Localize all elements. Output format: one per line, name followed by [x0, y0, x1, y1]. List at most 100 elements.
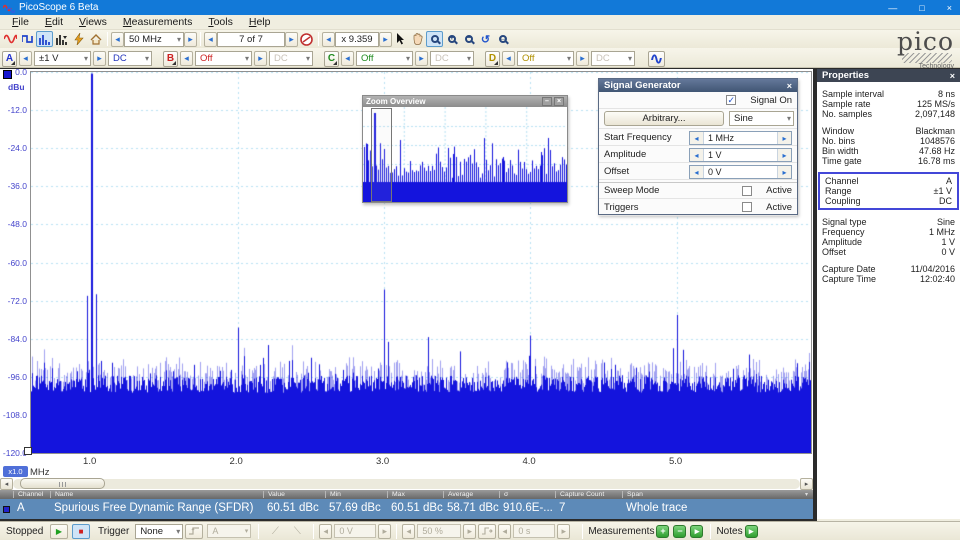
probe-setup-icon[interactable]	[70, 31, 87, 47]
scope-view-icon[interactable]	[2, 31, 19, 47]
spectrum-view-icon[interactable]	[36, 31, 53, 47]
falling-edge-icon[interactable]: ⟍	[288, 524, 306, 539]
zoom-in-tool-icon[interactable]: +	[443, 31, 460, 47]
sort-arrow-icon[interactable]: ▾	[805, 491, 808, 498]
channel-c-coupling-select[interactable]: DC▾	[430, 51, 474, 66]
channel-b-coupling-select[interactable]: DC▾	[269, 51, 313, 66]
wave-type-select[interactable]: Sine▾	[729, 111, 794, 126]
scroll-left-button[interactable]: ◂	[0, 478, 13, 490]
sweep-mode-checkbox[interactable]	[742, 186, 752, 196]
delay-field[interactable]: 0 s	[513, 524, 555, 538]
channel-a-range-prev[interactable]: ◂	[19, 51, 32, 66]
channel-a-button[interactable]: A	[2, 51, 17, 67]
axis-offset-handle[interactable]	[24, 447, 32, 455]
channel-c-range-prev[interactable]: ◂	[341, 51, 354, 66]
freq-range-next-button[interactable]: ▸	[184, 32, 197, 47]
channel-b-button[interactable]: B	[163, 51, 178, 67]
channel-b-range-next[interactable]: ▸	[254, 51, 267, 66]
trigger-source-select[interactable]: A▾	[207, 524, 251, 538]
siggen-offset-spinner[interactable]: ◂0 V▸	[689, 165, 792, 179]
channel-c-range-next[interactable]: ▸	[415, 51, 428, 66]
undo-zoom-icon[interactable]: ↺	[477, 31, 494, 47]
triggers-checkbox[interactable]	[742, 202, 752, 212]
trigger-delay-icon[interactable]	[478, 524, 496, 539]
trigger-level-field[interactable]: 0 V	[334, 524, 376, 538]
menu-edit[interactable]: Edit	[37, 15, 71, 29]
menu-file[interactable]: File	[4, 15, 37, 29]
spinner-down-icon[interactable]: ◂	[690, 132, 703, 144]
spinner-down-icon[interactable]: ◂	[690, 166, 703, 178]
scroll-right-button[interactable]: ▸	[800, 478, 813, 490]
menu-views[interactable]: Views	[71, 15, 115, 29]
signal-on-checkbox[interactable]: ✓	[726, 95, 736, 105]
notes-button[interactable]: ▸	[745, 525, 758, 538]
zoom-overview-minimize-icon[interactable]: –	[542, 97, 552, 106]
buffer-prev-button[interactable]: ◂	[204, 32, 217, 47]
x-scale-badge[interactable]: x1.0	[3, 466, 28, 477]
zoom-selection-rect[interactable]	[371, 108, 392, 202]
trigger-level-up[interactable]: ▸	[378, 524, 391, 539]
channel-a-range-next[interactable]: ▸	[93, 51, 106, 66]
buffer-position-field[interactable]: 7 of 7	[217, 32, 285, 47]
zoom-factor-field[interactable]: x 9.359	[335, 32, 379, 47]
arbitrary-button[interactable]: Arbitrary...	[604, 111, 724, 126]
spinner-up-icon[interactable]: ▸	[778, 132, 791, 144]
channel-d-range-prev[interactable]: ◂	[502, 51, 515, 66]
scrollbar-track[interactable]	[13, 479, 800, 489]
channel-b-range-select[interactable]: Off▾	[195, 51, 252, 66]
channel-b-range-prev[interactable]: ◂	[180, 51, 193, 66]
properties-close-icon[interactable]: ×	[950, 71, 955, 81]
zoom-overview-titlebar[interactable]: Zoom Overview – ×	[363, 96, 567, 107]
menu-measurements[interactable]: Measurements	[115, 15, 200, 29]
marquee-zoom-tool-icon[interactable]	[426, 31, 443, 47]
channel-d-range-next[interactable]: ▸	[576, 51, 589, 66]
pre-trigger-up[interactable]: ▸	[463, 524, 476, 539]
channel-c-range-select[interactable]: Off▾	[356, 51, 413, 66]
signal-generator-titlebar[interactable]: Signal Generator ×	[599, 79, 797, 92]
channel-d-coupling-select[interactable]: DC▾	[591, 51, 635, 66]
start-capture-button[interactable]: ▶	[50, 524, 68, 539]
signal-generator-close-icon[interactable]: ×	[787, 81, 792, 91]
persistence-view-icon[interactable]	[19, 31, 36, 47]
spinner-up-icon[interactable]: ▸	[778, 166, 791, 178]
menu-tools[interactable]: Tools	[200, 15, 241, 29]
siggen-start-frequency-spinner[interactable]: ◂1 MHz▸	[689, 131, 792, 145]
stop-capture-button[interactable]: ■	[72, 524, 90, 539]
delay-up[interactable]: ▸	[557, 524, 570, 539]
zoom-overview-plot[interactable]	[363, 107, 567, 202]
buffer-next-button[interactable]: ▸	[285, 32, 298, 47]
trigger-mode-select[interactable]: None▾	[135, 524, 183, 539]
delay-down[interactable]: ◂	[498, 524, 511, 539]
pre-trigger-field[interactable]: 50 %	[417, 524, 461, 538]
channel-a-coupling-select[interactable]: DC▾	[108, 51, 152, 66]
pre-trigger-down[interactable]: ◂	[402, 524, 415, 539]
zoom-overview-close-icon[interactable]: ×	[554, 97, 564, 106]
freq-range-prev-button[interactable]: ◂	[111, 32, 124, 47]
zoom-out-tool-icon[interactable]: −	[460, 31, 477, 47]
freq-range-select[interactable]: 50 MHz▾	[124, 32, 184, 47]
home-settings-icon[interactable]	[87, 31, 104, 47]
zoom-factor-down-button[interactable]: ◂	[322, 32, 335, 47]
scrollbar-thumb[interactable]	[20, 478, 105, 489]
minimize-button[interactable]: —	[888, 3, 897, 13]
trigger-level-down[interactable]: ◂	[319, 524, 332, 539]
siggen-amplitude-spinner[interactable]: ◂1 V▸	[689, 148, 792, 162]
pointer-tool-icon[interactable]	[392, 31, 409, 47]
measurements-header[interactable]: ChannelNameValueMinMaxAverageσCapture Co…	[0, 490, 813, 499]
spectrum-persistence-icon[interactable]	[53, 31, 70, 47]
channel-a-range-select[interactable]: ±1 V▾	[34, 51, 91, 66]
properties-titlebar[interactable]: Properties ×	[817, 69, 960, 82]
buffer-overview-icon[interactable]	[298, 31, 315, 47]
spinner-down-icon[interactable]: ◂	[690, 149, 703, 161]
spinner-up-icon[interactable]: ▸	[778, 149, 791, 161]
channel-d-range-select[interactable]: Off▾	[517, 51, 574, 66]
edit-measurement-button[interactable]: ▸	[690, 525, 703, 538]
channel-d-button[interactable]: D	[485, 51, 500, 67]
close-button[interactable]: ×	[947, 3, 952, 13]
zoom-full-icon[interactable]: ⌂	[494, 31, 511, 47]
maximize-button[interactable]: □	[919, 3, 924, 13]
trigger-edge-icon[interactable]	[185, 524, 203, 539]
awg-button[interactable]: ∿	[648, 51, 665, 67]
measurement-row[interactable]: ASpurious Free Dynamic Range (SFDR)60.51…	[0, 499, 813, 520]
menu-help[interactable]: Help	[241, 15, 279, 29]
